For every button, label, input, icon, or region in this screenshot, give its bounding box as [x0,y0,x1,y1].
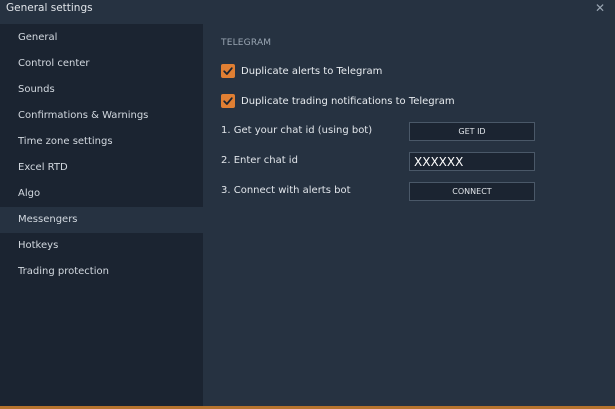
duplicate-trading-notifications-label: Duplicate trading notifications to Teleg… [241,95,455,107]
get-id-button[interactable]: GET ID [409,122,535,141]
title-bar: General settings ✕ [0,0,615,18]
window-title: General settings [6,2,93,14]
sidebar-item-algo[interactable]: Algo [0,181,203,207]
duplicate-trading-notifications-option[interactable]: Duplicate trading notifications to Teleg… [221,93,455,109]
messengers-panel: TELEGRAM Duplicate alerts to Telegram Du… [203,24,615,406]
step-connect-label: 3. Connect with alerts bot [221,185,351,196]
checkmark-icon [223,67,233,75]
duplicate-alerts-label: Duplicate alerts to Telegram [241,65,383,77]
duplicate-alerts-checkbox[interactable] [221,64,235,78]
chat-id-input[interactable] [409,152,535,171]
duplicate-trading-notifications-checkbox[interactable] [221,94,235,108]
settings-window: General settings ✕ General Control cente… [0,0,615,409]
sidebar-item-trading-protection[interactable]: Trading protection [0,259,203,285]
step-get-chat-id-label: 1. Get your chat id (using bot) [221,125,373,136]
settings-sidebar: General Control center Sounds Confirmati… [0,24,203,406]
sidebar-item-general[interactable]: General [0,25,203,51]
sidebar-item-messengers[interactable]: Messengers [0,207,203,233]
sidebar-item-confirmations-warnings[interactable]: Confirmations & Warnings [0,103,203,129]
duplicate-alerts-option[interactable]: Duplicate alerts to Telegram [221,63,382,79]
sidebar-item-sounds[interactable]: Sounds [0,77,203,103]
checkmark-icon [223,97,233,105]
sidebar-item-time-zone-settings[interactable]: Time zone settings [0,129,203,155]
sidebar-item-excel-rtd[interactable]: Excel RTD [0,155,203,181]
sidebar-item-hotkeys[interactable]: Hotkeys [0,233,203,259]
section-title-telegram: TELEGRAM [221,38,272,48]
step-enter-chat-id-label: 2. Enter chat id [221,155,298,166]
connect-button[interactable]: CONNECT [409,182,535,201]
sidebar-item-control-center[interactable]: Control center [0,51,203,77]
close-icon[interactable]: ✕ [593,1,607,15]
